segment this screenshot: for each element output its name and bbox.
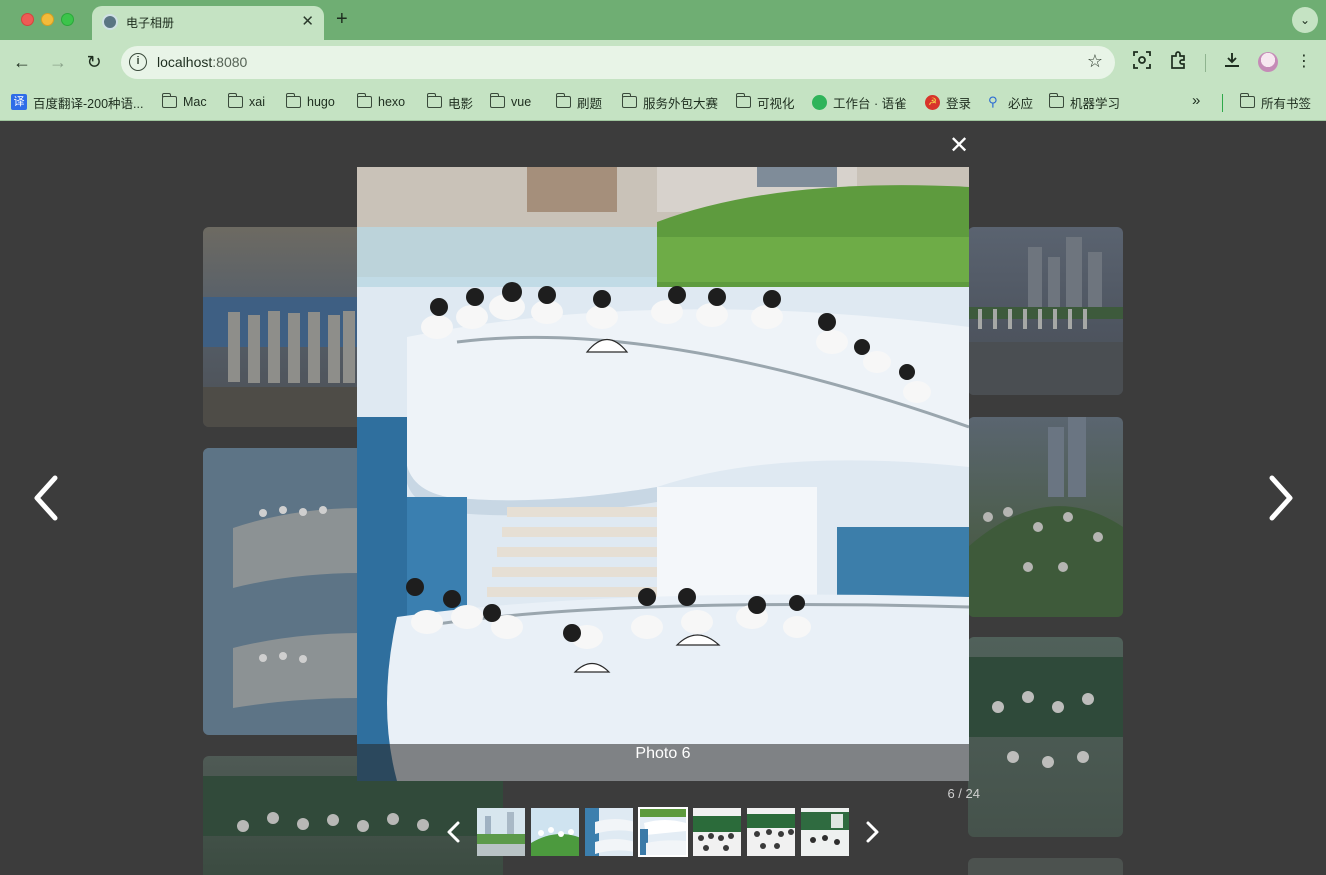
gallery-photo-card[interactable] — [968, 858, 1123, 875]
folder-icon — [1048, 93, 1064, 108]
fanyi-icon: 译 — [11, 94, 27, 110]
tab-favicon-icon — [102, 14, 118, 30]
bookmark-label: 电影 — [448, 96, 474, 111]
profile-avatar[interactable] — [1258, 52, 1278, 72]
url-port: :8080 — [212, 54, 248, 70]
url-host: localhost — [157, 54, 213, 70]
thumbnail[interactable] — [584, 807, 634, 857]
thumbnails-next-arrow-icon[interactable] — [860, 816, 884, 848]
yuque-icon — [812, 94, 827, 110]
window-minimize-button[interactable] — [41, 13, 54, 26]
thumbnail-active[interactable] — [638, 807, 688, 857]
gallery-photo-card[interactable] — [968, 227, 1123, 395]
bookmark-label: xai — [249, 95, 265, 109]
forward-arrow-icon[interactable]: → — [46, 50, 70, 74]
browser-toolbar: ← → ↻ i localhost:8080 ☆ ⋮ — [0, 40, 1326, 84]
folder-icon — [735, 93, 751, 108]
bookmark-vue[interactable]: vue — [489, 92, 532, 112]
folder-icon — [555, 93, 571, 108]
window-close-button[interactable] — [21, 13, 34, 26]
lightbox-close-icon[interactable]: ✕ — [946, 133, 972, 159]
extensions-icon[interactable] — [1166, 50, 1190, 74]
folder-icon — [227, 93, 243, 108]
toolbar-divider — [1205, 54, 1206, 72]
folder-icon — [1239, 93, 1255, 108]
thumbnails-prev-arrow-icon[interactable] — [442, 816, 466, 848]
gallery-photo-card[interactable] — [968, 417, 1123, 617]
bookmark-label: Mac — [183, 95, 207, 109]
lightbox-caption: Photo 6 — [357, 744, 969, 781]
address-bar[interactable]: i localhost:8080 ☆ — [121, 46, 1115, 79]
menu-kebab-icon[interactable]: ⋮ — [1292, 50, 1316, 74]
gallery-photo-card[interactable] — [968, 637, 1123, 837]
thumbnail[interactable] — [530, 807, 580, 857]
all-bookmarks-label: 所有书签 — [1261, 96, 1312, 111]
bookmark-mac[interactable]: Mac — [161, 92, 207, 112]
thumbnail[interactable] — [800, 807, 850, 857]
bookmark-ml[interactable]: 机器学习 — [1048, 92, 1121, 112]
bookmark-yuque[interactable]: 工作台 · 语雀 — [812, 92, 907, 112]
bookmark-label: hugo — [307, 95, 335, 109]
tab-search-button[interactable]: ⌄ — [1292, 7, 1318, 33]
bookmark-fanyi[interactable]: 译百度翻译-200种语... — [11, 92, 143, 112]
screenshot-icon[interactable] — [1130, 50, 1154, 74]
bookmark-label: vue — [511, 95, 532, 109]
lightbox-main-photo — [357, 167, 969, 781]
bookmark-label: 百度翻译-200种语... — [33, 96, 144, 111]
bookmarks-bar: 译百度翻译-200种语... Mac xai hugo hexo 电影 vue … — [0, 84, 1326, 121]
tab-close-icon[interactable]: ✕ — [301, 12, 314, 30]
bookmark-hugo[interactable]: hugo — [285, 92, 335, 112]
bookmark-hexo[interactable]: hexo — [356, 92, 406, 112]
bookmark-movie[interactable]: 电影 — [426, 92, 474, 112]
bing-icon: ⚲ — [988, 94, 998, 109]
thumbnail-strip — [440, 806, 890, 858]
browser-tab-active[interactable]: 电子相册 ✕ — [92, 6, 324, 40]
bookmark-star-icon[interactable]: ☆ — [1087, 51, 1103, 72]
window-zoom-button[interactable] — [61, 13, 74, 26]
bookmarks-overflow-icon[interactable]: » — [1192, 92, 1200, 109]
folder-icon — [489, 93, 505, 108]
bookmark-outsourcing[interactable]: 服务外包大赛 — [621, 92, 719, 112]
address-url[interactable]: localhost:8080 — [157, 54, 247, 70]
bookmark-label: 服务外包大赛 — [643, 96, 719, 111]
new-tab-button[interactable]: + — [336, 8, 348, 31]
bookmark-label: 机器学习 — [1070, 96, 1121, 111]
folder-icon — [356, 93, 372, 108]
bookmark-label: 登录 — [946, 96, 972, 111]
bookmark-label: 可视化 — [757, 96, 795, 111]
site-info-icon[interactable]: i — [129, 53, 147, 71]
folder-icon — [161, 93, 177, 108]
lightbox-prev-arrow-icon[interactable] — [27, 470, 67, 526]
tab-title: 电子相册 — [126, 16, 175, 30]
bookmark-label: 工作台 · 语雀 — [833, 96, 907, 111]
thumbnail[interactable] — [476, 807, 526, 857]
folder-icon — [621, 93, 637, 108]
reload-icon[interactable]: ↻ — [82, 50, 106, 74]
bookmark-visualization[interactable]: 可视化 — [735, 92, 795, 112]
folder-icon — [426, 93, 442, 108]
download-icon[interactable] — [1220, 50, 1244, 74]
back-arrow-icon[interactable]: ← — [10, 50, 34, 74]
bookmarks-divider — [1222, 94, 1223, 112]
lightbox-counter: 6 / 24 — [947, 786, 980, 801]
bookmark-leetcode[interactable]: 刷题 — [555, 92, 603, 112]
login-icon: ☭ — [925, 94, 940, 110]
bookmark-label: hexo — [378, 95, 406, 109]
bookmark-xai[interactable]: xai — [227, 92, 265, 112]
all-bookmarks[interactable]: 所有书签 — [1239, 92, 1312, 112]
thumbnail[interactable] — [692, 807, 742, 857]
bookmark-label: 刷题 — [577, 96, 603, 111]
lightbox-next-arrow-icon[interactable] — [1260, 470, 1300, 526]
bookmark-label: 必应 — [1008, 96, 1034, 111]
browser-titlebar: 电子相册 ✕ + ⌄ — [0, 0, 1326, 40]
thumbnail[interactable] — [746, 807, 796, 857]
bookmark-bing[interactable]: ⚲ 必应 — [988, 92, 1033, 112]
folder-icon — [285, 93, 301, 108]
bookmark-login[interactable]: ☭ 登录 — [925, 92, 971, 112]
